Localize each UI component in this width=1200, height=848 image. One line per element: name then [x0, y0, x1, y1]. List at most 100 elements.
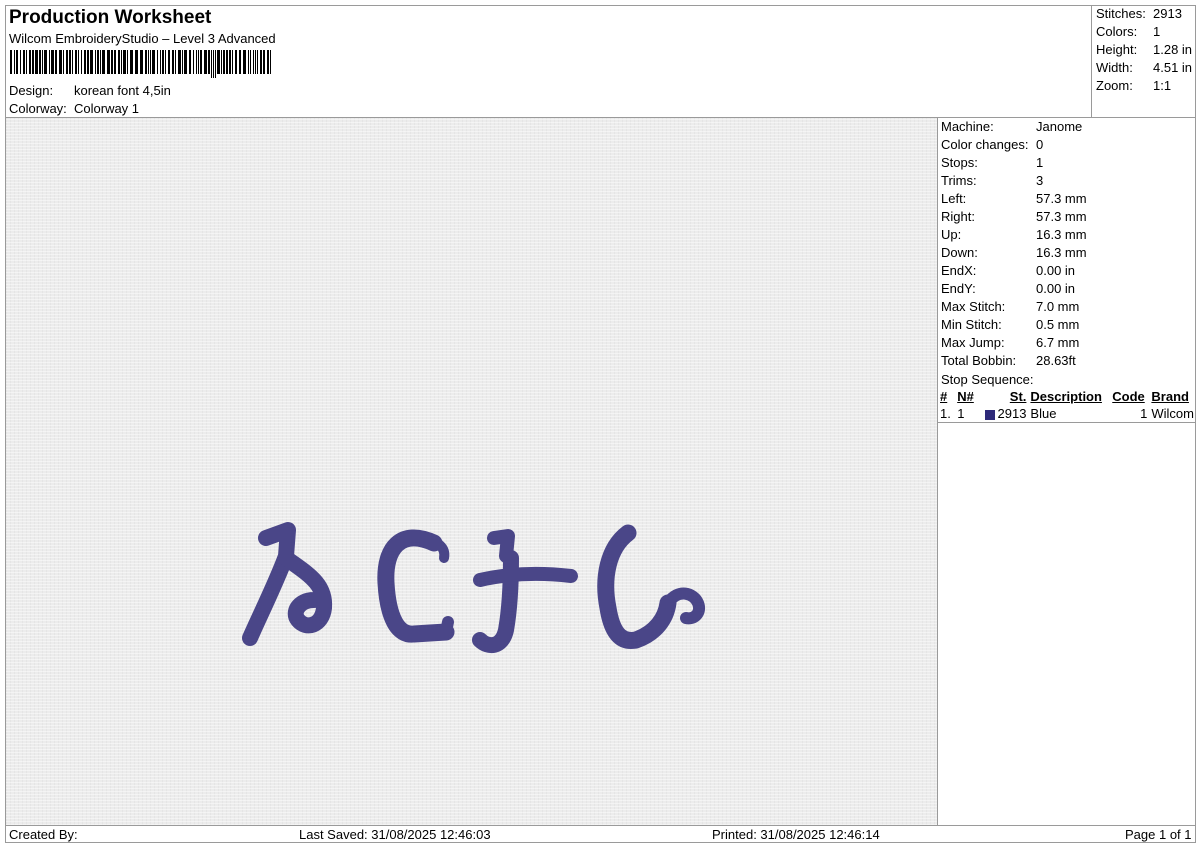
stitches-label: Stitches: — [1096, 6, 1146, 21]
page-number: Page 1 of 1 — [1125, 827, 1192, 842]
barcode-bar — [39, 50, 41, 74]
stat-label: Machine: — [941, 119, 994, 134]
colors-value: 1 — [1153, 24, 1161, 39]
barcode-bar — [140, 50, 143, 74]
design-glyph — [440, 616, 454, 638]
barcode-bar — [84, 50, 86, 74]
design-glyph — [473, 566, 578, 587]
stat-label: Up: — [941, 227, 962, 242]
stat-label: Max Stitch: — [941, 299, 1006, 314]
stat-value: 16.3 mm — [1036, 245, 1087, 260]
row-code: 1 — [1110, 405, 1150, 423]
barcode — [10, 50, 271, 78]
table-header-row: # N# St. Description Code Brand — [938, 388, 1196, 405]
col-number: # — [940, 389, 948, 404]
barcode-bar — [211, 50, 212, 78]
stat-label: Total Bobbin: — [941, 353, 1017, 368]
height-value: 1.28 in — [1153, 42, 1193, 57]
stop-sequence-table: # N# St. Description Code Brand 1. 1 291… — [938, 388, 1196, 423]
barcode-bar — [162, 50, 164, 74]
barcode-bar — [189, 50, 191, 74]
stat-value: 28.63ft — [1036, 353, 1076, 368]
barcode-bar — [114, 50, 116, 74]
summary-divider — [1091, 5, 1092, 117]
barcode-bar — [253, 50, 254, 74]
barcode-bar — [184, 50, 187, 74]
design-glyph — [377, 529, 455, 643]
table-row: 1. 1 2913 Blue 1 Wilcom — [938, 405, 1196, 423]
stat-value: 7.0 mm — [1036, 299, 1080, 314]
barcode-bar — [200, 50, 202, 74]
barcode-bar — [97, 50, 99, 74]
page-title: Production Worksheet — [9, 7, 212, 28]
barcode-bar — [217, 50, 220, 74]
barcode-bar — [107, 50, 110, 74]
stat-label: Color changes: — [941, 137, 1029, 152]
barcode-bar — [72, 50, 73, 74]
stat-label: Left: — [941, 191, 967, 206]
barcode-bar — [29, 50, 31, 74]
barcode-bar — [221, 50, 222, 74]
barcode-bar — [118, 50, 120, 74]
design-preview — [6, 118, 937, 825]
design-glyph — [597, 524, 677, 649]
barcode-bar — [32, 50, 34, 74]
barcode-bar — [35, 50, 38, 74]
barcode-bar — [150, 50, 151, 74]
stat-value: 0 — [1036, 137, 1044, 152]
zoom-value: 1:1 — [1153, 78, 1172, 93]
barcode-bar — [145, 50, 147, 74]
barcode-bar — [90, 50, 93, 74]
stat-value: 0.5 mm — [1036, 317, 1080, 332]
barcode-bar — [178, 50, 181, 74]
barcode-bar — [193, 50, 194, 74]
design-glyph — [278, 550, 333, 634]
row-stitches: 2913 — [997, 406, 1027, 421]
zoom-label: Zoom: — [1096, 78, 1133, 93]
barcode-bar — [111, 50, 113, 74]
barcode-bar — [270, 50, 271, 74]
col-description: Description — [1030, 389, 1102, 404]
stat-value: 57.3 mm — [1036, 209, 1087, 224]
row-description: Blue — [1028, 405, 1111, 423]
barcode-bar — [26, 50, 27, 74]
stat-value: 0.00 in — [1036, 281, 1076, 296]
barcode-bar — [204, 50, 207, 74]
stat-label: EndY: — [941, 281, 976, 296]
barcode-bar — [16, 50, 18, 74]
width-label: Width: — [1096, 60, 1133, 75]
barcode-bar — [229, 50, 231, 74]
barcode-bar — [196, 50, 197, 74]
col-stitches: St. — [1009, 389, 1027, 404]
barcode-bar — [44, 50, 47, 74]
barcode-bar — [95, 50, 96, 74]
barcode-bar — [232, 50, 233, 74]
stat-label: Stops: — [941, 155, 978, 170]
stat-value: 57.3 mm — [1036, 191, 1087, 206]
barcode-bar — [55, 50, 57, 74]
stitches-value: 2913 — [1153, 6, 1182, 21]
barcode-bar — [14, 50, 15, 74]
barcode-bar — [263, 50, 265, 74]
software-name: Wilcom EmbroideryStudio – Level 3 Advanc… — [9, 31, 276, 46]
barcode-bar — [157, 50, 158, 74]
footer-divider — [5, 825, 1196, 826]
color-swatch — [984, 409, 995, 420]
barcode-bar — [51, 50, 54, 74]
col-code: Code — [1112, 389, 1145, 404]
barcode-bar — [182, 50, 183, 74]
stat-value: 1 — [1036, 155, 1044, 170]
col-needle: N# — [957, 389, 974, 404]
barcode-bar — [239, 50, 241, 74]
barcode-bar — [123, 50, 126, 74]
barcode-bar — [255, 50, 256, 74]
stats-divider — [937, 117, 938, 825]
stat-label: Max Jump: — [941, 335, 1005, 350]
barcode-bar — [198, 50, 199, 74]
barcode-bar — [87, 50, 89, 74]
row-needle: 1 — [955, 405, 980, 423]
stat-label: Down: — [941, 245, 978, 260]
colorway-value: Colorway 1 — [74, 101, 140, 116]
barcode-bar — [257, 50, 258, 74]
row-number: 1. — [938, 405, 956, 423]
